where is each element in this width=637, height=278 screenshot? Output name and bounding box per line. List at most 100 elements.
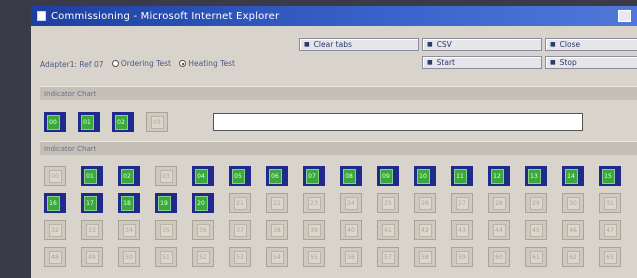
indicator-number: 11 xyxy=(453,168,467,184)
indicator-number: 08 xyxy=(342,168,356,184)
indicator-number: 20 xyxy=(194,195,208,211)
indicator-cell[interactable]: 46 xyxy=(562,220,584,240)
indicator-cell[interactable]: 48 xyxy=(44,247,66,267)
indicator-cell[interactable]: 21 xyxy=(229,193,251,213)
indicator-cell[interactable]: 08 xyxy=(340,166,362,186)
indicator-cell[interactable]: 22 xyxy=(266,193,288,213)
indicator-cell[interactable]: 04 xyxy=(192,166,214,186)
ordering-test-radio[interactable]: Ordering Test xyxy=(111,59,171,68)
indicator-cell[interactable]: 28 xyxy=(488,193,510,213)
indicator-number: 17 xyxy=(83,195,97,211)
indicator-number: 48 xyxy=(48,250,62,264)
indicator-cell[interactable]: 37 xyxy=(229,220,251,240)
indicator-cell[interactable]: 34 xyxy=(118,220,140,240)
indicator-cell[interactable]: 01 xyxy=(81,166,103,186)
indicator-cell[interactable]: 19 xyxy=(155,193,177,213)
indicator-cell[interactable]: 59 xyxy=(451,247,473,267)
indicator-cell[interactable]: 38 xyxy=(266,220,288,240)
indicator-cell[interactable]: 35 xyxy=(155,220,177,240)
indicator-number: 16 xyxy=(46,195,60,211)
indicator-cell[interactable]: 00 xyxy=(44,166,66,186)
indicator-cell[interactable]: 17 xyxy=(81,193,103,213)
indicator-cell[interactable]: 16 xyxy=(44,193,66,213)
indicator-cell[interactable]: 47 xyxy=(599,220,621,240)
indicator-cell[interactable]: 54 xyxy=(266,247,288,267)
indicator-cell[interactable]: 03 xyxy=(155,166,177,186)
indicator-cell[interactable]: 45 xyxy=(525,220,547,240)
indicator-cell[interactable]: 43 xyxy=(451,220,473,240)
indicator-number: 31 xyxy=(603,196,617,210)
indicator-cell[interactable]: 57 xyxy=(377,247,399,267)
minimize-button[interactable] xyxy=(618,10,631,22)
indicator-number: 62 xyxy=(566,250,580,264)
indicator-cell[interactable]: 50 xyxy=(118,247,140,267)
indicator-cell[interactable]: 41 xyxy=(377,220,399,240)
indicator-cell[interactable]: 36 xyxy=(192,220,214,240)
indicator-cell[interactable]: 11 xyxy=(451,166,473,186)
indicator-cell[interactable]: 39 xyxy=(303,220,325,240)
indicator-cell[interactable]: 09 xyxy=(377,166,399,186)
indicator-number: 02 xyxy=(114,114,128,130)
indicator-cell[interactable]: 62 xyxy=(562,247,584,267)
indicator-number: 23 xyxy=(307,196,321,210)
indicator-number: 57 xyxy=(381,250,395,264)
indicator-cell[interactable]: 14 xyxy=(562,166,584,186)
indicator-cell[interactable]: 40 xyxy=(340,220,362,240)
indicator-number: 07 xyxy=(305,168,319,184)
csv-button[interactable]: ■ CSV xyxy=(422,38,542,51)
title-bar: Commissioning - Microsoft Internet Explo… xyxy=(31,6,637,26)
stop-button[interactable]: ■ Stop xyxy=(545,56,637,69)
indicator-cell[interactable]: 10 xyxy=(414,166,436,186)
indicator-cell[interactable]: 12 xyxy=(488,166,510,186)
indicator-cell[interactable]: 07 xyxy=(303,166,325,186)
indicator-cell[interactable]: 05 xyxy=(229,166,251,186)
message-input[interactable] xyxy=(213,113,583,131)
indicator-cell[interactable]: 61 xyxy=(525,247,547,267)
indicator-cell[interactable]: 00 xyxy=(44,112,66,132)
indicator-cell[interactable]: 31 xyxy=(599,193,621,213)
indicator-number: 02 xyxy=(120,168,134,184)
indicator-number: 06 xyxy=(268,168,282,184)
start-button[interactable]: ■ Start xyxy=(422,56,542,69)
indicator-cell[interactable]: 49 xyxy=(81,247,103,267)
indicator-cell[interactable]: 26 xyxy=(414,193,436,213)
indicator-cell[interactable]: 24 xyxy=(340,193,362,213)
indicator-cell[interactable]: 23 xyxy=(303,193,325,213)
clear-tabs-button[interactable]: ■ Clear tabs xyxy=(299,38,419,51)
heating-test-radio[interactable]: Heating Test xyxy=(179,59,235,68)
indicator-cell[interactable]: 02 xyxy=(112,112,134,132)
indicator-cell[interactable]: 30 xyxy=(562,193,584,213)
button-bullet-icon: ■ xyxy=(550,41,556,48)
indicator-cell[interactable]: 29 xyxy=(525,193,547,213)
indicator-cell[interactable]: 27 xyxy=(451,193,473,213)
close-button[interactable]: ■ Close xyxy=(545,38,637,51)
indicator-cell[interactable]: 15 xyxy=(599,166,621,186)
indicator-cell[interactable]: 60 xyxy=(488,247,510,267)
indicator-cell[interactable]: 53 xyxy=(229,247,251,267)
indicator-cell[interactable]: 42 xyxy=(414,220,436,240)
indicator-cell[interactable]: 01 xyxy=(78,112,100,132)
indicator-number: 10 xyxy=(416,168,430,184)
indicator-cell[interactable]: 51 xyxy=(155,247,177,267)
indicator-cell[interactable]: 06 xyxy=(266,166,288,186)
indicator-cell[interactable]: 18 xyxy=(118,193,140,213)
indicator-number: 21 xyxy=(233,196,247,210)
indicator-cell[interactable]: 32 xyxy=(44,220,66,240)
indicator-cell[interactable]: 20 xyxy=(192,193,214,213)
indicator-cell[interactable]: 44 xyxy=(488,220,510,240)
indicator-number: 04 xyxy=(194,168,208,184)
indicator-number: 52 xyxy=(196,250,210,264)
indicator-cell[interactable]: 52 xyxy=(192,247,214,267)
indicator-cell[interactable]: 02 xyxy=(118,166,140,186)
stop-label: Stop xyxy=(559,58,577,67)
indicator-cell[interactable]: 25 xyxy=(377,193,399,213)
indicator-number: 47 xyxy=(603,223,617,237)
indicator-cell[interactable]: 33 xyxy=(81,220,103,240)
ie-icon xyxy=(37,11,46,21)
indicator-cell[interactable]: 03 xyxy=(146,112,168,132)
indicator-cell[interactable]: 63 xyxy=(599,247,621,267)
indicator-cell[interactable]: 13 xyxy=(525,166,547,186)
indicator-cell[interactable]: 55 xyxy=(303,247,325,267)
indicator-cell[interactable]: 58 xyxy=(414,247,436,267)
indicator-cell[interactable]: 56 xyxy=(340,247,362,267)
